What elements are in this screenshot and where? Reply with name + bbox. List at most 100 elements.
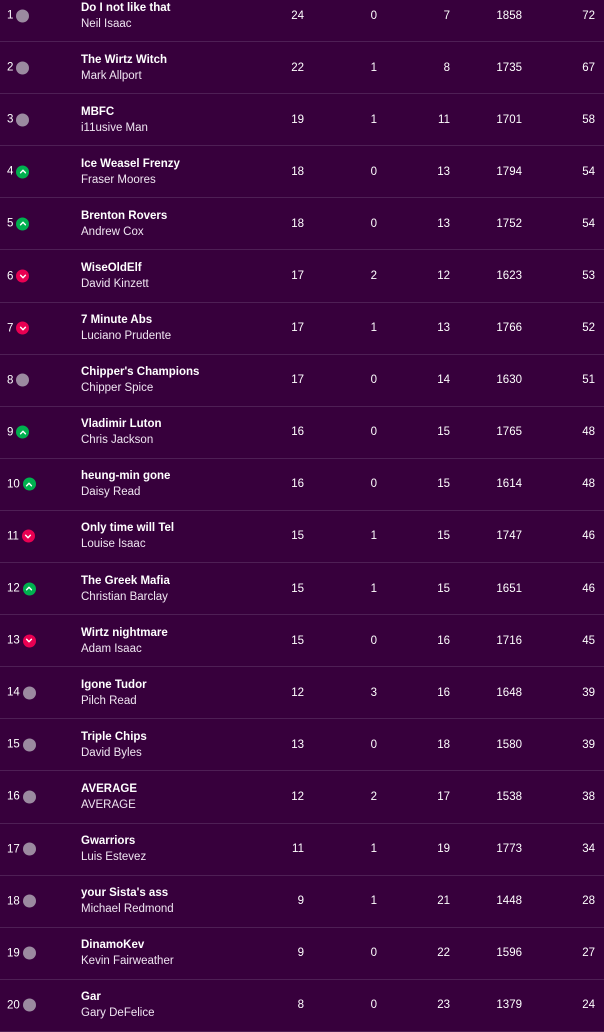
points-for-value: 1379 [496, 999, 522, 1012]
movement-up-icon [16, 165, 30, 179]
rank-cell: 16 [7, 790, 36, 804]
draws-value: 2 [370, 270, 377, 283]
points-value: 27 [582, 947, 595, 960]
manager-name: AVERAGE [81, 798, 136, 811]
wins-value: 19 [291, 113, 304, 126]
table-row[interactable]: 18 your Sista's ass Michael Redmond 9 1 … [0, 876, 604, 928]
manager-name: Chipper Spice [81, 382, 154, 395]
table-row[interactable]: 17 Gwarriors Luis Estevez 11 1 19 1773 3… [0, 824, 604, 876]
table-row[interactable]: 16 AVERAGE AVERAGE 12 2 17 1538 38 [0, 771, 604, 824]
team-name-link[interactable]: Brenton Rovers [81, 208, 167, 224]
team-name-link[interactable]: Gar [81, 989, 155, 1005]
table-row[interactable]: 6 WiseOldElf David Kinzett 17 2 12 1623 … [0, 250, 604, 303]
points-for-value: 1716 [496, 634, 522, 647]
table-row[interactable]: 9 Vladimir Luton Chris Jackson 16 0 15 1… [0, 407, 604, 459]
table-row[interactable]: 2 The Wirtz Witch Mark Allport 22 1 8 17… [0, 42, 604, 95]
team-name-link[interactable]: DinamoKev [81, 937, 174, 953]
losses-value: 12 [437, 270, 450, 283]
points-for-value: 1794 [496, 165, 522, 178]
losses-value: 17 [437, 790, 450, 803]
team-name-link[interactable]: Triple Chips [81, 729, 147, 745]
table-row[interactable]: 20 Gar Gary DeFelice 8 0 23 1379 24 [0, 980, 604, 1032]
wins-value: 17 [291, 374, 304, 387]
table-row[interactable]: 15 Triple Chips David Byles 13 0 18 1580… [0, 719, 604, 772]
wins-value: 9 [297, 895, 304, 908]
rank-cell: 3 [7, 113, 30, 127]
manager-name: Luciano Prudente [81, 330, 172, 343]
team-cell: Do I not like that Neil Isaac [81, 0, 170, 32]
rank-cell: 13 [7, 634, 36, 648]
table-row[interactable]: 10 heung-min gone Daisy Read 16 0 15 161… [0, 459, 604, 511]
points-for-value: 1651 [496, 582, 522, 595]
movement-same-icon [22, 998, 36, 1012]
points-for-value: 1623 [496, 270, 522, 283]
points-for-value: 1648 [496, 686, 522, 699]
points-for-value: 1766 [496, 322, 522, 335]
table-row[interactable]: 1 Do I not like that Neil Isaac 24 0 7 1… [0, 0, 604, 43]
table-row[interactable]: 3 MBFC i11usive Man 19 1 11 1701 58 [0, 94, 604, 147]
points-for-value: 1765 [496, 426, 522, 439]
rank-number: 17 [7, 843, 20, 856]
table-row[interactable]: 14 Igone Tudor Pilch Read 12 3 16 1648 3… [0, 667, 604, 720]
manager-name: Andrew Cox [81, 225, 144, 238]
movement-same-icon [16, 373, 30, 387]
rank-number: 2 [7, 61, 14, 74]
team-name-link[interactable]: your Sista's ass [81, 885, 174, 901]
points-value: 38 [582, 790, 595, 803]
movement-same-icon [22, 738, 36, 752]
table-row[interactable]: 7 7 Minute Abs Luciano Prudente 17 1 13 … [0, 303, 604, 355]
points-value: 46 [582, 582, 595, 595]
rank-cell: 12 [7, 582, 36, 596]
table-row[interactable]: 8 Chipper's Champions Chipper Spice 17 0… [0, 355, 604, 407]
team-name-link[interactable]: heung-min gone [81, 468, 170, 484]
rank-cell: 9 [7, 425, 30, 439]
team-name-link[interactable]: Chipper's Champions [81, 364, 199, 380]
losses-value: 15 [437, 582, 450, 595]
team-name-link[interactable]: The Greek Mafia [81, 573, 170, 589]
manager-name: Mark Allport [81, 69, 142, 82]
team-name-link[interactable]: WiseOldElf [81, 260, 149, 276]
points-value: 28 [582, 895, 595, 908]
table-row[interactable]: 12 The Greek Mafia Christian Barclay 15 … [0, 563, 604, 616]
team-name-link[interactable]: AVERAGE [81, 781, 137, 797]
draws-value: 0 [370, 478, 377, 491]
team-name-link[interactable]: Ice Weasel Frenzy [81, 156, 180, 172]
rank-cell: 5 [7, 217, 30, 231]
team-name-link[interactable]: MBFC [81, 104, 148, 120]
table-row[interactable]: 19 DinamoKev Kevin Fairweather 9 0 22 15… [0, 928, 604, 980]
team-name-link[interactable]: Wirtz nightmare [81, 625, 168, 641]
team-name-link[interactable]: 7 Minute Abs [81, 312, 171, 328]
movement-up-icon [16, 217, 30, 231]
wins-value: 12 [291, 686, 304, 699]
points-value: 53 [582, 270, 595, 283]
manager-name: Michael Redmond [81, 903, 174, 916]
wins-value: 18 [291, 217, 304, 230]
team-name-link[interactable]: Igone Tudor [81, 677, 147, 693]
losses-value: 22 [437, 947, 450, 960]
rank-cell: 6 [7, 269, 30, 283]
points-value: 54 [582, 217, 595, 230]
team-name-link[interactable]: The Wirtz Witch [81, 52, 167, 68]
team-cell: Igone Tudor Pilch Read [81, 677, 147, 709]
wins-value: 15 [291, 530, 304, 543]
movement-same-icon [16, 61, 30, 75]
points-value: 58 [582, 113, 595, 126]
draws-value: 0 [370, 374, 377, 387]
team-name-link[interactable]: Do I not like that [81, 0, 170, 16]
team-cell: AVERAGE AVERAGE [81, 781, 137, 813]
manager-name: Daisy Read [81, 486, 141, 499]
team-name-link[interactable]: Only time will Tel [81, 520, 174, 536]
manager-name: Chris Jackson [81, 434, 154, 447]
team-cell: DinamoKev Kevin Fairweather [81, 937, 174, 969]
points-value: 34 [582, 843, 595, 856]
rank-cell: 7 [7, 321, 30, 335]
table-row[interactable]: 4 Ice Weasel Frenzy Fraser Moores 18 0 1… [0, 146, 604, 199]
table-row[interactable]: 11 Only time will Tel Louise Isaac 15 1 … [0, 511, 604, 564]
table-row[interactable]: 5 Brenton Rovers Andrew Cox 18 0 13 1752… [0, 198, 604, 251]
team-cell: The Wirtz Witch Mark Allport [81, 52, 167, 84]
team-name-link[interactable]: Vladimir Luton [81, 416, 162, 432]
draws-value: 1 [370, 113, 377, 126]
rank-number: 19 [7, 947, 20, 960]
team-name-link[interactable]: Gwarriors [81, 833, 146, 849]
table-row[interactable]: 13 Wirtz nightmare Adam Isaac 15 0 16 17… [0, 615, 604, 668]
